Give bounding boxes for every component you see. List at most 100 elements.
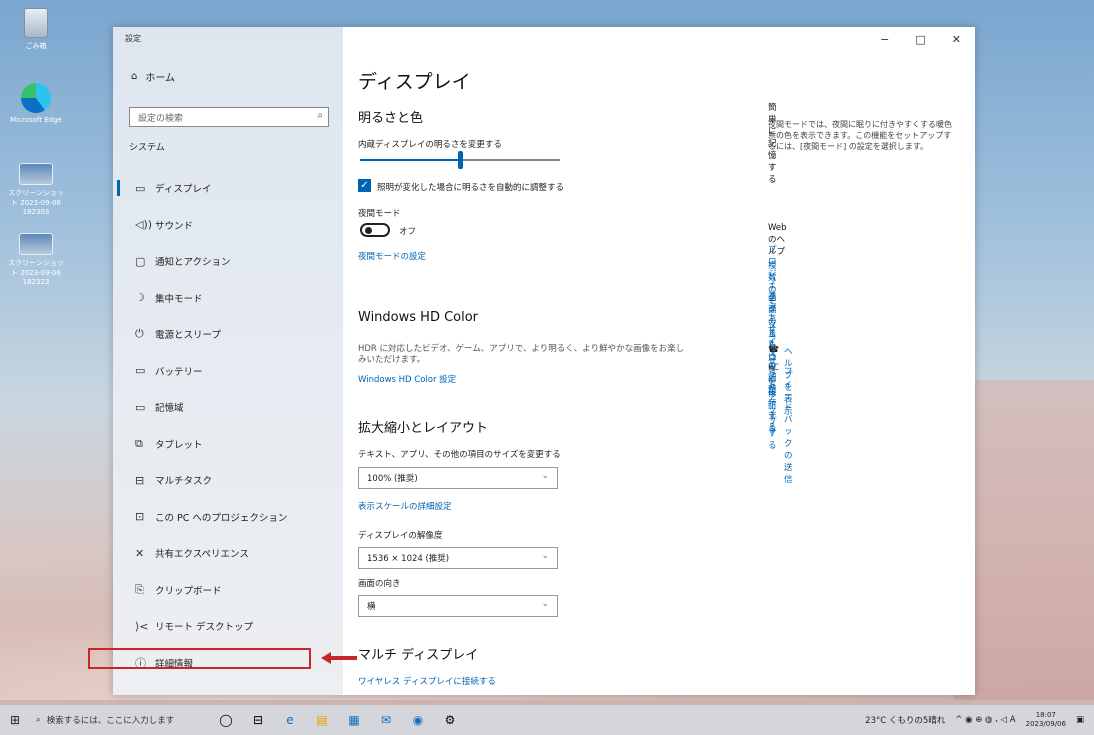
sidebar-item[interactable]: ⊡ この PC へのプロジェクション xyxy=(113,499,343,536)
nav-item-icon: ⊡ xyxy=(135,510,145,524)
settings-search-input[interactable]: 設定の検索 ⌕ xyxy=(129,107,329,127)
chevron-down-icon: ⌄ xyxy=(541,599,549,609)
settings-window: 設定 ⌂ ホーム 設定の検索 ⌕ システム ▭ ディスプレイ ◁)) サウンド ▢ 通知と… xyxy=(113,27,975,695)
nav-item-icon: ⎘ xyxy=(135,582,144,596)
sidebar-item-label: 集中モード xyxy=(155,293,203,305)
minimize-button[interactable]: − xyxy=(880,33,889,46)
help-icon: ☎ xyxy=(768,345,780,355)
recycle-bin-label: ごみ箱 xyxy=(25,42,47,50)
sidebar-item[interactable]: ⊟ マルチタスク xyxy=(113,462,343,499)
sidebar-item-label: バッテリー xyxy=(155,366,203,378)
search-icon[interactable]: ⌕ xyxy=(317,110,323,121)
mail-icon[interactable]: ✉ xyxy=(370,709,402,731)
feedback-icon: ✎ xyxy=(768,365,776,375)
settings-content: − □ ✕ ディスプレイ 明るさと色 内蔵ディスプレイの明るさを変更する ✓ 照… xyxy=(343,27,975,695)
brightness-slider-fill xyxy=(360,159,460,161)
store-icon[interactable]: ▦ xyxy=(338,709,370,731)
edge-icon[interactable]: Microsoft Edge xyxy=(6,83,66,124)
screenshot-file-icon[interactable]: スクリーンショット 2023-09-06 182323 xyxy=(6,233,66,286)
side-help-link[interactable]: 画面のちらつきを修正する xyxy=(768,291,777,435)
sidebar-item[interactable]: ☽ 集中モード xyxy=(113,280,343,317)
screenshot-file-label: スクリーンショット 2023-09-06 182303 xyxy=(8,189,64,216)
window-controls: − □ ✕ xyxy=(880,33,961,46)
sidebar-item[interactable]: ◁)) サウンド xyxy=(113,207,343,244)
nav-home[interactable]: ⌂ ホーム xyxy=(131,69,175,84)
resolution-value: 1536 × 1024 (推奨) xyxy=(367,554,450,564)
night-mode-settings-link[interactable]: 夜間モードの設定 xyxy=(358,250,426,262)
tray-icons[interactable]: ^ ◉ ⊕ ◍ 𝆺 ◁ A xyxy=(955,715,1015,725)
sidebar-item-label: タブレット xyxy=(155,439,203,451)
hdr-description: HDR に対応したビデオ、ゲーム、アプリで、より明るく、より鮮やかな画像をお楽し… xyxy=(358,344,685,365)
screenshot-file-icon[interactable]: スクリーンショット 2023-09-06 182303 xyxy=(6,163,66,216)
sidebar-item-label: 記憶域 xyxy=(155,403,184,415)
chevron-down-icon: ⌄ xyxy=(541,551,549,561)
sidebar-item[interactable]: ⎘ クリップボード xyxy=(113,572,343,609)
nav-list: ▭ ディスプレイ ◁)) サウンド ▢ 通知とアクション ☽ 集中モード ⏻ 電源とスリープ ▭ バッ… xyxy=(113,170,343,681)
orientation-select[interactable]: 横 ⌄ xyxy=(358,595,558,617)
sidebar-item[interactable]: ⟩< リモート デスクトップ xyxy=(113,608,343,645)
nav-item-icon: ☽ xyxy=(135,291,145,305)
sidebar-item[interactable]: ✕ 共有エクスペリエンス xyxy=(113,535,343,572)
recycle-bin-icon[interactable]: ごみ箱 xyxy=(6,8,66,51)
notification-icon[interactable]: ▣ xyxy=(1076,715,1084,725)
scale-heading: 拡大縮小とレイアウト xyxy=(358,421,489,436)
night-mode-toggle[interactable] xyxy=(360,223,390,237)
nav-item-icon: ▭ xyxy=(135,400,146,414)
orientation-label: 画面の向き xyxy=(358,579,401,589)
orientation-value: 横 xyxy=(367,602,376,612)
clock[interactable]: 18:07 2023/09/06 xyxy=(1026,711,1066,729)
multitask-icon[interactable]: ⊟ xyxy=(242,709,274,731)
night-mode-label: 夜間モード xyxy=(358,209,401,219)
hdr-settings-link[interactable]: Windows HD Color 設定 xyxy=(358,373,456,385)
clock-date: 2023/09/06 xyxy=(1025,720,1066,728)
taskbar-search-text: 検索するには、ここに入力します xyxy=(46,716,175,726)
brightness-slider[interactable] xyxy=(360,151,560,169)
nav-item-icon: ⟩< xyxy=(135,619,149,633)
sidebar-item-label: 共有エクスペリエンス xyxy=(155,549,249,561)
start-button[interactable]: ⊞ xyxy=(0,713,30,727)
edge-taskbar-icon[interactable]: e xyxy=(274,709,306,731)
side-night-text: 夜間モードでは、夜間に眠りに付きやすくする暖色系の色を表示できます。この機能をセ… xyxy=(768,120,952,151)
sidebar-item[interactable]: ▭ ディスプレイ xyxy=(113,170,343,207)
maximize-button[interactable]: □ xyxy=(915,33,925,46)
brightness-slider-label: 内蔵ディスプレイの明るさを変更する xyxy=(358,140,502,150)
sidebar-item[interactable]: ⧉ タブレット xyxy=(113,426,343,463)
clock-time: 18:07 xyxy=(1035,711,1056,719)
nav-item-icon: ⧉ xyxy=(135,436,143,450)
sidebar-item-label: サウンド xyxy=(155,220,194,232)
chevron-down-icon: ⌄ xyxy=(541,471,549,481)
brightness-slider-thumb[interactable] xyxy=(458,151,463,169)
file-explorer-icon[interactable]: ▤ xyxy=(306,709,338,731)
sidebar-item-label: マルチタスク xyxy=(155,476,213,488)
sidebar-item[interactable]: ▭ バッテリー xyxy=(113,353,343,390)
nav-item-icon: ▭ xyxy=(135,181,146,195)
annotation-arrow-icon xyxy=(321,652,357,664)
scale-size-value: 100% (推奨) xyxy=(367,474,418,484)
weather-widget[interactable]: 23°C くもりの5晴れ xyxy=(865,714,945,726)
app-icon[interactable]: ◉ xyxy=(402,709,434,731)
system-tray: 23°C くもりの5晴れ ^ ◉ ⊕ ◍ 𝆺 ◁ A 18:07 2023/09… xyxy=(865,705,1084,735)
close-button[interactable]: ✕ xyxy=(952,33,961,46)
nav-item-icon: ⏻ xyxy=(135,327,144,341)
resolution-label: ディスプレイの解像度 xyxy=(358,531,443,541)
desktop-wallpaper-hill xyxy=(954,380,1094,700)
sidebar-item-label: リモート デスクトップ xyxy=(155,622,254,634)
task-view-icon[interactable]: ◯ xyxy=(210,709,242,731)
sidebar-item[interactable]: ▭ 記憶域 xyxy=(113,389,343,426)
scale-size-select[interactable]: 100% (推奨) ⌄ xyxy=(358,467,558,489)
sidebar-item[interactable]: ▢ 通知とアクション xyxy=(113,243,343,280)
sidebar-item-label: ディスプレイ xyxy=(155,184,212,196)
hdr-heading: Windows HD Color xyxy=(358,310,479,325)
nav-item-icon: ▢ xyxy=(135,254,146,268)
sidebar-item-label: クリップボード xyxy=(155,585,222,597)
auto-brightness-checkbox[interactable]: ✓ xyxy=(358,179,371,192)
advanced-scale-link[interactable]: 表示スケールの詳細設定 xyxy=(358,500,452,512)
wireless-display-link[interactable]: ワイヤレス ディスプレイに接続する xyxy=(358,675,496,687)
nav-item-icon: ✕ xyxy=(135,546,145,560)
search-placeholder: 設定の検索 xyxy=(138,114,184,124)
feedback-link[interactable]: フィードバックの送信 xyxy=(784,365,793,485)
taskbar-search[interactable]: ⌕ 検索するには、ここに入力します xyxy=(30,709,180,731)
resolution-select[interactable]: 1536 × 1024 (推奨) ⌄ xyxy=(358,547,558,569)
settings-taskbar-icon[interactable]: ⚙ xyxy=(434,709,466,731)
sidebar-item[interactable]: ⏻ 電源とスリープ xyxy=(113,316,343,353)
